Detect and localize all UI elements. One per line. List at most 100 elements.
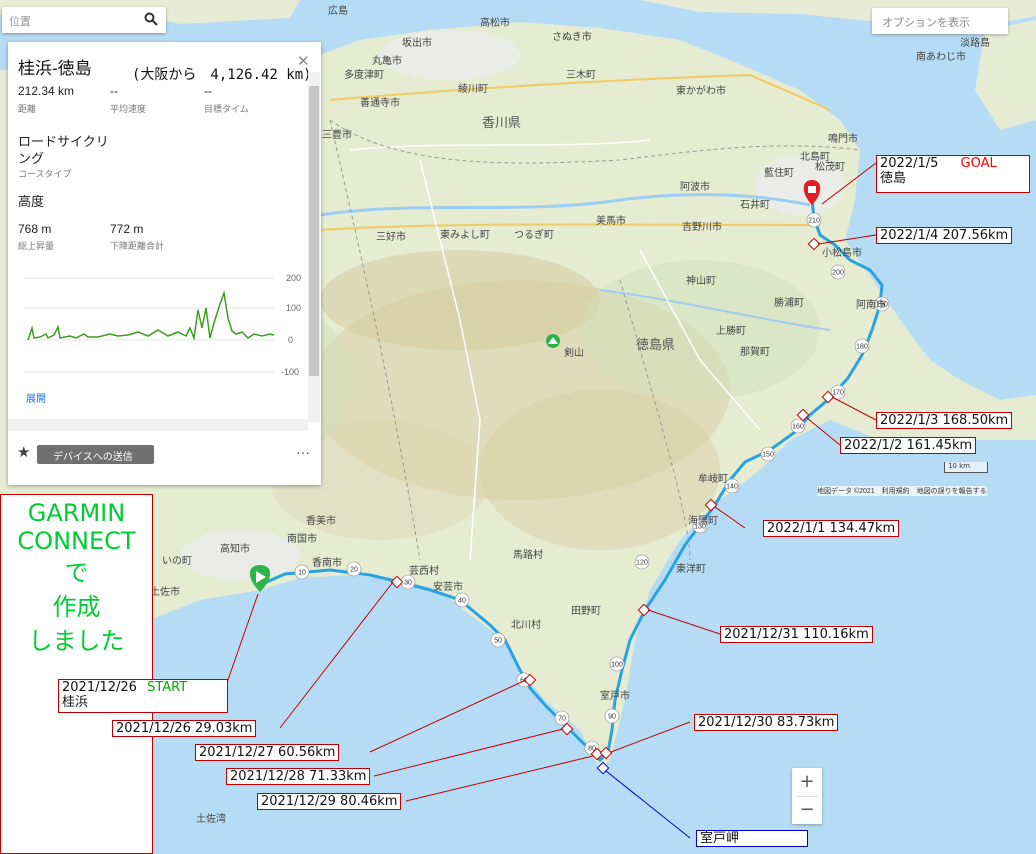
send-to-device-button[interactable]: デバイスへの送信 (37, 445, 154, 464)
map-place-label: 多度津町 (344, 70, 384, 81)
panel-vertical-scrollbar[interactable] (308, 72, 320, 422)
map-place-label: 東かがわ市 (676, 86, 726, 97)
star-icon[interactable]: ★ (17, 443, 30, 461)
map-place-label: 田野町 (571, 606, 601, 617)
elevation-chart: 200 100 0 -100 (24, 273, 301, 377)
map-place-label: 香美市 (306, 516, 336, 527)
km-marker: 10 (294, 564, 310, 580)
svg-text:100: 100 (611, 662, 623, 669)
km-marker: 100 (609, 656, 625, 672)
search-icon[interactable] (144, 12, 158, 31)
callout-2022-1-4: 2022/1/4 207.56km (876, 227, 1013, 244)
zoom-control: + − (792, 768, 822, 824)
map-place-label: 鳴門市 (828, 134, 858, 145)
descent-label: 下降距離合計 (110, 241, 165, 251)
map-place-label: 綾川町 (458, 84, 488, 95)
stat-distance-value: 212.34 km (18, 84, 75, 98)
elevation-heading: 高度 (18, 194, 45, 209)
garmin-connect-note: GARMIN CONNECT で 作成 しました (0, 494, 153, 854)
start-place: 桂浜 (62, 695, 89, 710)
show-options-button[interactable]: オプションを表示 (872, 8, 1008, 34)
callout-goal: 2022/1/5 GOAL 徳島 (876, 155, 1030, 193)
y-tick: -100 (281, 367, 299, 377)
svg-text:40: 40 (458, 598, 466, 605)
map-place-label: 松茂町 (815, 162, 845, 173)
map-place-label: 阿南市 (856, 300, 886, 311)
note-line: で (64, 559, 89, 587)
map-place-label: 高松市 (480, 18, 510, 29)
course-type-label: コースタイプ (18, 169, 72, 179)
scrollbar-thumb[interactable] (309, 86, 319, 376)
y-tick: 0 (288, 335, 293, 345)
map-place-label: 香南市 (312, 558, 342, 569)
course-type-line2: ング (18, 151, 45, 166)
map-place-label: 上勝町 (716, 326, 746, 337)
stat-avg-speed-label: 平均速度 (110, 104, 147, 114)
callout-2021-12-31: 2021/12/31 110.16km (720, 626, 873, 643)
callout-2022-1-1: 2022/1/1 134.47km (763, 520, 900, 537)
map-place-label: 室戸市 (600, 691, 630, 702)
map-place-label: 海陽町 (688, 516, 718, 527)
map-place-label: 芸西村 (409, 566, 439, 577)
panel-horizontal-scrollbar[interactable] (8, 419, 308, 431)
note-line: CONNECT (17, 527, 136, 555)
svg-text:120: 120 (636, 560, 648, 567)
callout-2022-1-2: 2022/1/2 161.45km (840, 437, 977, 454)
map-place-label: いの町 (162, 556, 192, 567)
callout-muroto-cape: 室戸岬 (696, 830, 808, 847)
map-place-label: 坂出市 (402, 38, 432, 49)
svg-text:160: 160 (792, 424, 804, 431)
callout-2021-12-27: 2021/12/27 60.56km (195, 744, 340, 761)
distance-from-osaka: (大阪から 4,126.42 km) (132, 67, 312, 83)
svg-text:50: 50 (494, 638, 502, 645)
svg-text:150: 150 (762, 452, 774, 459)
map-place-label: 安芸市 (433, 582, 463, 593)
km-marker: 50 (490, 632, 506, 648)
map-place-label: 東洋町 (676, 564, 706, 575)
location-search-box[interactable]: 位置 (2, 7, 166, 33)
zoom-out-button[interactable]: − (792, 796, 822, 824)
search-placeholder: 位置 (9, 16, 31, 28)
expand-link[interactable]: 展開 (26, 390, 46, 405)
mountain-peak-icon (546, 334, 560, 348)
course-info-panel: 桂浜-徳島 (大阪から 4,126.42 km) ✕ 212.34 km 距離 … (8, 42, 321, 485)
map-place-label: 北川村 (511, 620, 541, 631)
callout-2021-12-29: 2021/12/29 80.46km (257, 793, 402, 810)
km-marker: 90 (604, 708, 620, 724)
send-to-device-label: デバイスへの送信 (53, 452, 133, 463)
map-place-label: 小松島市 (822, 248, 862, 259)
map-place-label: 東みよし町 (440, 230, 490, 241)
course-title: 桂浜-徳島 (18, 59, 92, 78)
km-marker: 200 (830, 264, 846, 280)
map-attribution[interactable]: 地図データ ©2021 利用規約 地図の誤りを報告する (817, 486, 987, 496)
close-icon[interactable]: ✕ (297, 52, 310, 70)
map-place-label: 三豊市 (322, 130, 352, 141)
svg-text:30: 30 (404, 580, 412, 587)
map-place-label: 藍住町 (764, 168, 794, 179)
map-place-label: 土佐市 (150, 587, 180, 598)
callout-2022-1-3: 2022/1/3 168.50km (876, 412, 1013, 429)
map-place-label: 神山町 (686, 276, 716, 287)
map-place-label: 牟岐町 (698, 474, 728, 485)
map-place-label: 高知市 (220, 544, 250, 555)
stat-distance-label: 距離 (18, 104, 37, 114)
map-place-label: 阿波市 (680, 182, 710, 193)
goal-date: 2022/1/5 (880, 156, 939, 171)
ascent-label: 総上昇量 (18, 241, 55, 251)
map-place-label: 勝浦町 (774, 298, 804, 309)
map-scale: 10 km (944, 462, 988, 473)
map-place-label: つるぎ町 (514, 230, 554, 241)
svg-text:70: 70 (558, 716, 566, 723)
map-place-label: 三好市 (376, 232, 406, 243)
zoom-in-button[interactable]: + (792, 768, 822, 796)
descent-value: 772 m (110, 222, 144, 236)
km-marker: 180 (854, 338, 870, 354)
start-date: 2021/12/26 (62, 680, 137, 695)
map-place-label: 那賀町 (740, 347, 770, 358)
more-options-icon[interactable]: ··· (296, 444, 310, 460)
svg-text:20: 20 (350, 567, 358, 574)
y-tick: 100 (286, 303, 301, 313)
y-tick: 200 (286, 273, 301, 283)
map-place-label: 土佐湾 (196, 814, 226, 825)
svg-text:210: 210 (808, 218, 820, 225)
